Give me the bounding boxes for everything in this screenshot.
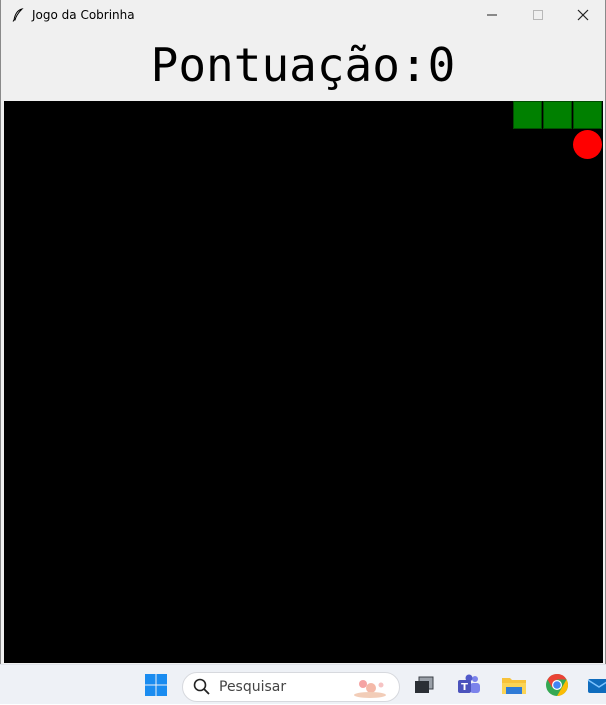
search-highlight-icon — [354, 680, 386, 698]
snake-head — [573, 101, 602, 129]
search-placeholder: Pesquisar — [219, 679, 287, 695]
close-button[interactable] — [560, 0, 606, 30]
mail-button[interactable] — [586, 665, 606, 705]
score-label: Pontuação:0 — [150, 38, 456, 92]
teams-icon: T — [458, 674, 480, 693]
close-icon — [577, 9, 589, 21]
search-icon — [193, 678, 210, 695]
maximize-icon — [533, 10, 543, 20]
title-bar[interactable]: Jogo da Cobrinha — [1, 0, 605, 30]
taskbar: Pesquisar T — [0, 664, 606, 704]
task-view-icon — [415, 676, 434, 693]
minimize-button[interactable] — [469, 0, 515, 30]
snake-segment — [513, 101, 542, 129]
svg-text:T: T — [461, 682, 468, 693]
chrome-icon — [546, 674, 568, 696]
food-apple — [573, 130, 602, 159]
maximize-button[interactable] — [515, 0, 561, 30]
score-bar: Pontuação:0 — [1, 30, 605, 100]
mail-icon — [587, 679, 606, 693]
taskbar-search-box[interactable]: Pesquisar — [182, 672, 400, 702]
start-button[interactable] — [141, 665, 171, 705]
game-window: Jogo da Cobrinha Pontuação:0 — [0, 0, 606, 664]
feather-icon — [10, 7, 26, 23]
teams-button[interactable]: T — [454, 665, 484, 705]
file-explorer-icon — [502, 678, 526, 694]
game-canvas[interactable] — [4, 101, 603, 663]
file-explorer-button[interactable] — [499, 665, 529, 705]
chrome-button[interactable] — [542, 665, 572, 705]
task-view-button[interactable] — [410, 665, 438, 705]
minimize-icon — [487, 14, 497, 16]
window-title: Jogo da Cobrinha — [32, 8, 135, 22]
windows-start-icon — [145, 674, 167, 696]
snake-segment — [543, 101, 572, 129]
